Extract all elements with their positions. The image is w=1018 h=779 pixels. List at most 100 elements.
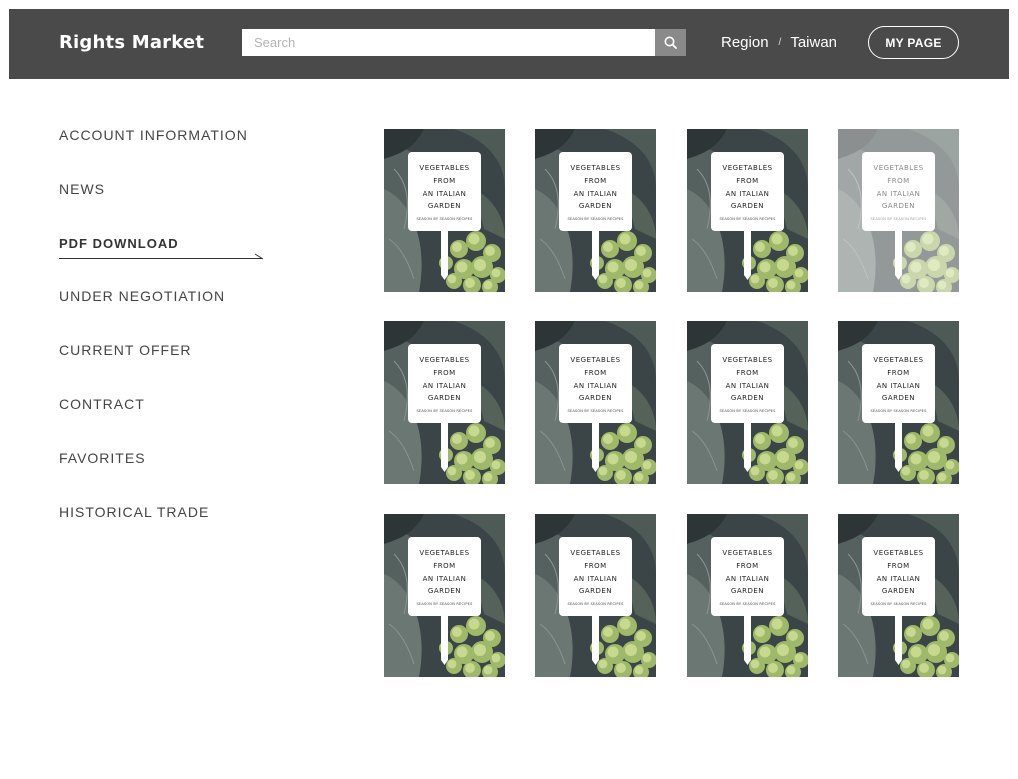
book-cover-label: VEGETABLES FROM AN ITALIAN GARDEN SEASON BY … [408,152,481,231]
arrow-right-icon [254,253,264,260]
site-logo[interactable]: Rights Market [59,32,204,53]
book-cover-label: VEGETABLES FROM AN ITALIAN GARDEN SEASON BY … [711,537,784,616]
sidebar-item-label: HISTORICAL TRADE [59,503,210,520]
book-subtitle: SEASON BY SEASON RECIPES [870,217,927,222]
book-title-line: VEGETABLES [722,549,773,557]
sidebar-item-historical-trade[interactable]: HISTORICAL TRADE [59,504,279,558]
sidebar-item-favorites[interactable]: FAVORITES [59,450,279,504]
book-cover-label: VEGETABLES FROM AN ITALIAN GARDEN SEASON BY … [559,152,632,231]
book-card[interactable]: VEGETABLES FROM AN ITALIAN GARDEN SEASON BY … [687,321,808,484]
book-title-line: AN ITALIAN [876,189,921,198]
book-cover-stake [592,615,599,665]
book-card[interactable]: VEGETABLES FROM AN ITALIAN GARDEN SEASON BY … [535,321,656,484]
book-title-line: VEGETABLES [873,549,924,557]
book-title-line: AN ITALIAN [573,189,618,198]
book-cover-stake [895,230,902,280]
book-title-line: GARDEN [578,587,613,596]
book-title-line: GARDEN [427,202,462,211]
book-card[interactable]: VEGETABLES FROM AN ITALIAN GARDEN SEASON BY … [838,514,959,677]
book-title-line: AN ITALIAN [573,574,618,583]
region-selector[interactable]: Region / Taiwan [721,34,837,51]
book-title-line: AN ITALIAN [725,381,770,390]
book-title-line: GARDEN [578,394,613,403]
my-page-button[interactable]: MY PAGE [868,26,959,59]
book-subtitle: SEASON BY SEASON RECIPES [416,217,473,222]
book-title-line: FROM [736,561,759,570]
book-card[interactable]: VEGETABLES FROM AN ITALIAN GARDEN SEASON BY … [838,129,959,292]
sidebar-item-current-offer[interactable]: CURRENT OFFER [59,342,279,396]
sidebar-item-account-information[interactable]: ACCOUNT INFORMATION [59,127,279,181]
book-cover-label: VEGETABLES FROM AN ITALIAN GARDEN SEASON BY … [559,344,632,423]
book-card[interactable]: VEGETABLES FROM AN ITALIAN GARDEN SEASON BY … [535,129,656,292]
book-title-line: FROM [736,368,759,377]
book-cover-label: VEGETABLES FROM AN ITALIAN GARDEN SEASON BY … [711,344,784,423]
search-button[interactable] [655,29,686,56]
book-title-line: AN ITALIAN [573,381,618,390]
book-subtitle: SEASON BY SEASON RECIPES [567,217,624,222]
sidebar-item-label: PDF DOWNLOAD [59,235,179,251]
book-title-line: FROM [433,561,456,570]
book-card[interactable]: VEGETABLES FROM AN ITALIAN GARDEN SEASON BY … [687,129,808,292]
book-title-line: GARDEN [881,394,916,403]
book-title-line: VEGETABLES [419,356,470,364]
book-cover-stake [592,422,599,472]
sidebar-item-label: UNDER NEGOTIATION [59,288,226,305]
book-title-line: VEGETABLES [419,164,470,172]
book-title-line: VEGETABLES [722,164,773,172]
search-input[interactable] [242,29,655,56]
book-subtitle: SEASON BY SEASON RECIPES [416,409,473,414]
book-title-line: FROM [887,368,910,377]
sidebar-item-news[interactable]: NEWS [59,181,279,235]
book-title-line: FROM [584,368,607,377]
book-title-line: AN ITALIAN [422,189,467,198]
book-title-line: AN ITALIAN [422,574,467,583]
sidebar-item-contract[interactable]: CONTRACT [59,396,279,450]
sidebar-item-label: CURRENT OFFER [59,342,192,359]
book-cover-stake [895,422,902,472]
book-title-line: VEGETABLES [722,356,773,364]
book-cover-stake [592,230,599,280]
active-underline [59,257,262,259]
book-card[interactable]: VEGETABLES FROM AN ITALIAN GARDEN SEASON BY … [535,514,656,677]
book-subtitle: SEASON BY SEASON RECIPES [870,409,927,414]
book-title-line: FROM [584,561,607,570]
search-icon [664,36,677,49]
book-card[interactable]: VEGETABLES FROM AN ITALIAN GARDEN SEASON BY … [384,514,505,677]
book-title-line: GARDEN [730,202,765,211]
book-title-line: GARDEN [427,394,462,403]
book-title-line: FROM [433,176,456,185]
book-card[interactable]: VEGETABLES FROM AN ITALIAN GARDEN SEASON BY … [384,321,505,484]
book-cover-label: VEGETABLES FROM AN ITALIAN GARDEN SEASON BY … [862,344,935,423]
book-title-line: GARDEN [881,202,916,211]
book-title-line: GARDEN [730,587,765,596]
book-title-line: FROM [584,176,607,185]
sidebar-item-pdf-download[interactable]: PDF DOWNLOAD [59,235,279,289]
book-title-line: FROM [887,561,910,570]
book-subtitle: SEASON BY SEASON RECIPES [719,602,776,607]
book-title-line: VEGETABLES [419,549,470,557]
book-subtitle: SEASON BY SEASON RECIPES [719,409,776,414]
book-title-line: VEGETABLES [570,356,621,364]
book-cover-label: VEGETABLES FROM AN ITALIAN GARDEN SEASON BY … [711,152,784,231]
book-title-line: AN ITALIAN [725,189,770,198]
book-cover-stake [441,422,448,472]
book-subtitle: SEASON BY SEASON RECIPES [870,602,927,607]
book-title-line: GARDEN [427,587,462,596]
book-cover-stake [744,615,751,665]
sidebar-item-under-negotiation[interactable]: UNDER NEGOTIATION [59,288,279,342]
book-cover-label: VEGETABLES FROM AN ITALIAN GARDEN SEASON BY … [862,537,935,616]
book-cover-label: VEGETABLES FROM AN ITALIAN GARDEN SEASON BY … [408,344,481,423]
book-cover-stake [744,230,751,280]
book-title-line: FROM [433,368,456,377]
book-card[interactable]: VEGETABLES FROM AN ITALIAN GARDEN SEASON BY … [384,129,505,292]
book-cover-label: VEGETABLES FROM AN ITALIAN GARDEN SEASON BY … [862,152,935,231]
book-title-line: VEGETABLES [570,164,621,172]
book-cover-stake [895,615,902,665]
top-header: Rights Market Region / Taiwan MY PAGE [9,9,1009,79]
region-value[interactable]: Taiwan [790,34,837,51]
book-card[interactable]: VEGETABLES FROM AN ITALIAN GARDEN SEASON BY … [838,321,959,484]
book-cover-label: VEGETABLES FROM AN ITALIAN GARDEN SEASON BY … [408,537,481,616]
book-title-line: AN ITALIAN [725,574,770,583]
book-card[interactable]: VEGETABLES FROM AN ITALIAN GARDEN SEASON BY … [687,514,808,677]
book-title-line: AN ITALIAN [876,381,921,390]
